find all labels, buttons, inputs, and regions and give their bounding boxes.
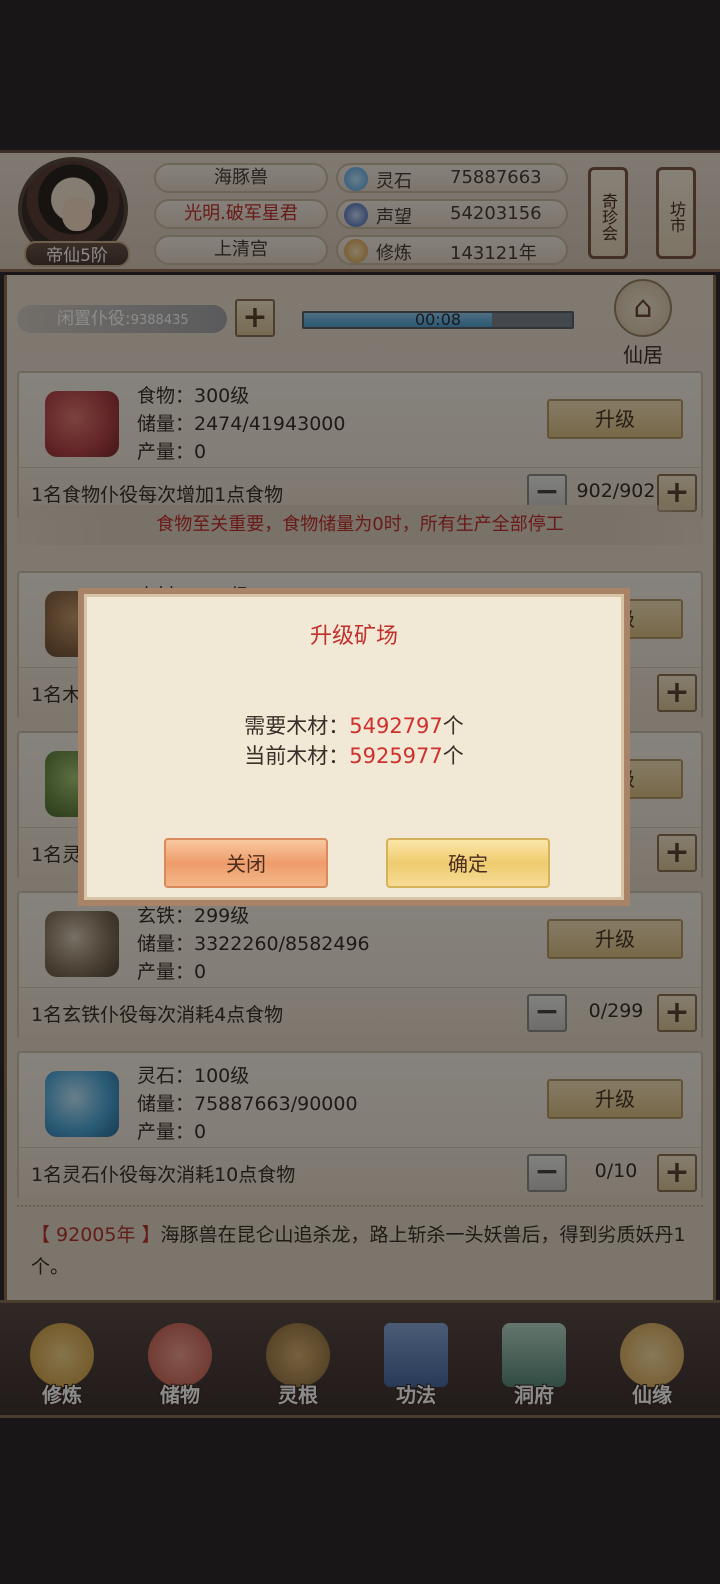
current-wood-value: 5925977	[349, 744, 443, 768]
game-screen: 帝仙5阶 海豚兽 光明.破军星君 上清宫 灵石 75887663 声望 5420…	[0, 0, 720, 1584]
current-wood-label: 当前木材：	[244, 744, 350, 768]
unit-label: 个	[442, 744, 464, 768]
required-wood-label: 需要木材：	[244, 714, 350, 738]
current-wood-line: 当前木材：5925977个	[84, 740, 624, 770]
upgrade-dialog: 升级矿场 需要木材：5492797个 当前木材：5925977个 关闭 确定	[78, 588, 630, 906]
dialog-title: 升级矿场	[309, 624, 398, 649]
required-wood-line: 需要木材：5492797个	[84, 710, 624, 740]
unit-label: 个	[442, 714, 464, 738]
required-wood-value: 5492797	[349, 714, 443, 738]
confirm-button[interactable]: 确定	[386, 838, 550, 888]
close-button[interactable]: 关闭	[164, 838, 328, 888]
